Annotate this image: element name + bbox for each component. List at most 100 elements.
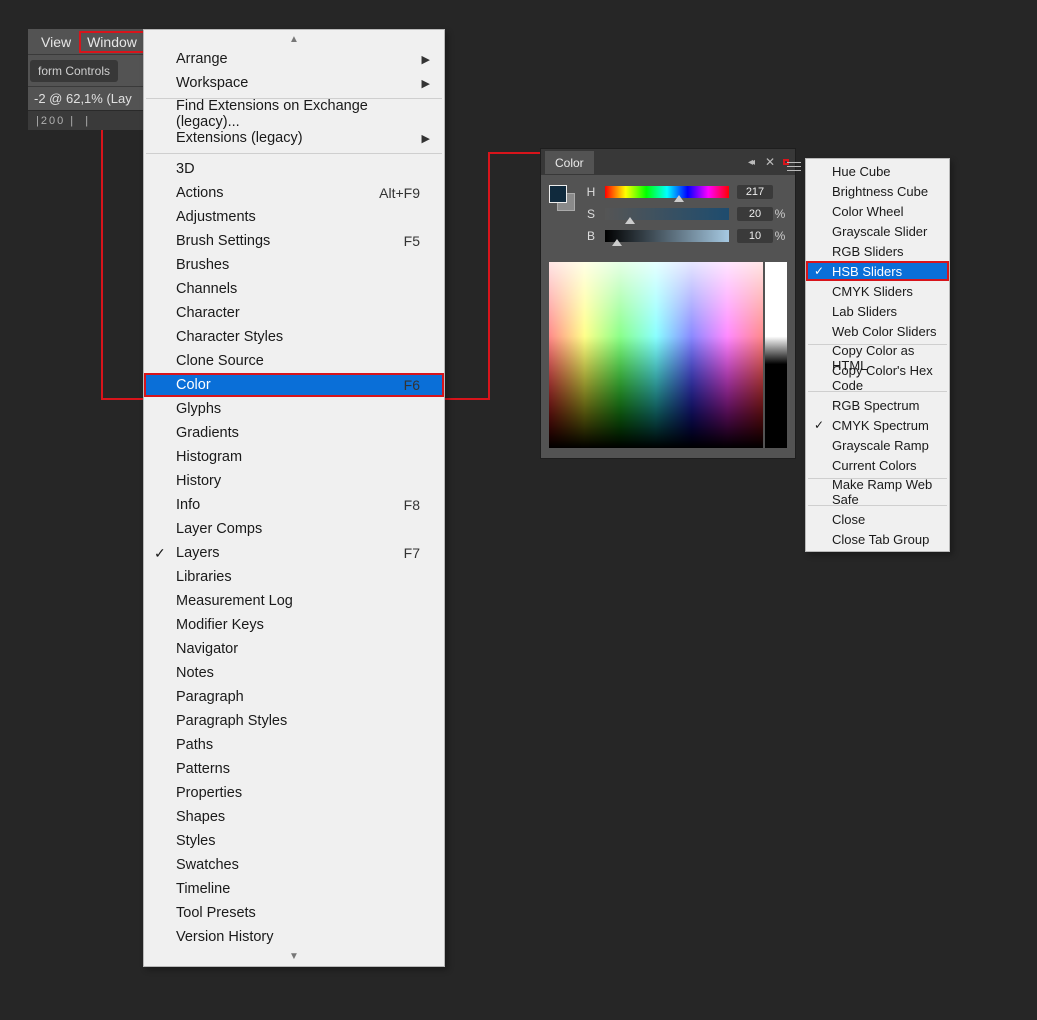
flyout-item-hsb-sliders[interactable]: ✓HSB Sliders [806,261,949,281]
submenu-arrow-icon: ▶ [422,77,430,90]
menu-bar: View Window [28,29,143,54]
menu-item-layers[interactable]: ✓LayersF7 [144,541,444,565]
hue-cube[interactable] [549,262,787,448]
menu-item-gradients[interactable]: Gradients [144,421,444,445]
menu-window[interactable]: Window [79,31,145,53]
flyout-item-rgb-spectrum[interactable]: RGB Spectrum [806,395,949,415]
menu-item-styles[interactable]: Styles [144,829,444,853]
flyout-item-close-tab-group[interactable]: Close Tab Group [806,529,949,549]
hue-thumb[interactable] [674,195,684,202]
menu-item-clone-source[interactable]: Clone Source [144,349,444,373]
check-icon: ✓ [814,264,824,278]
flyout-item-lab-sliders[interactable]: Lab Sliders [806,301,949,321]
menu-item-brush-settings[interactable]: Brush SettingsF5 [144,229,444,253]
menu-item-find-extensions[interactable]: Find Extensions on Exchange (legacy)... [144,102,444,126]
flyout-item-hue-cube[interactable]: Hue Cube [806,161,949,181]
menu-item-channels[interactable]: Channels [144,277,444,301]
menu-item-patterns[interactable]: Patterns [144,757,444,781]
menu-item-label: Styles [176,833,420,849]
menu-item-glyphs[interactable]: Glyphs [144,397,444,421]
menu-item-histogram[interactable]: Histogram [144,445,444,469]
menu-item-brushes[interactable]: Brushes [144,253,444,277]
flyout-item-cmyk-spectrum[interactable]: ✓CMYK Spectrum [806,415,949,435]
menu-item-properties[interactable]: Properties [144,781,444,805]
flyout-item-current-colors[interactable]: Current Colors [806,455,949,475]
foreground-background-swatch[interactable] [549,185,575,211]
menu-item-history[interactable]: History [144,469,444,493]
color-panel-tab[interactable]: Color [545,151,594,174]
brightness-thumb[interactable] [612,239,622,246]
document-tab[interactable]: -2 @ 62,1% (Lay [28,86,143,110]
menu-item-actions[interactable]: ActionsAlt+F9 [144,181,444,205]
scroll-down-arrow-icon[interactable]: ▼ [144,949,444,964]
menu-item-adjustments[interactable]: Adjustments [144,205,444,229]
menu-item-paragraph[interactable]: Paragraph [144,685,444,709]
saturation-value-input[interactable]: 20 [737,207,773,221]
menu-item-libraries[interactable]: Libraries [144,565,444,589]
check-icon: ✓ [154,545,166,562]
flyout-item-copy-color-s-hex-code[interactable]: Copy Color's Hex Code [806,368,949,388]
flyout-item-close[interactable]: Close [806,509,949,529]
menu-item-label: Libraries [176,569,420,585]
hue-value-input[interactable]: 217 [737,185,773,199]
menu-item-label: Brush Settings [176,233,404,249]
menu-item-modifier-keys[interactable]: Modifier Keys [144,613,444,637]
menu-item-label: Actions [176,185,379,201]
saturation-unit: % [773,207,787,221]
flyout-item-label: RGB Sliders [832,244,904,259]
menu-item-info[interactable]: InfoF8 [144,493,444,517]
saturation-slider[interactable] [605,208,729,220]
menu-item-tool-presets[interactable]: Tool Presets [144,901,444,925]
flyout-item-grayscale-ramp[interactable]: Grayscale Ramp [806,435,949,455]
panel-flyout-button[interactable] [783,159,789,165]
menu-item-workspace[interactable]: Workspace▶ [144,71,444,95]
menu-item-3d[interactable]: 3D [144,157,444,181]
flyout-item-color-wheel[interactable]: Color Wheel [806,201,949,221]
flyout-item-make-ramp-web-safe[interactable]: Make Ramp Web Safe [806,482,949,502]
menu-item-character[interactable]: Character [144,301,444,325]
menu-item-version-history[interactable]: Version History [144,925,444,949]
flyout-item-label: Brightness Cube [832,184,928,199]
ruler-tick-200: |200 | | [36,115,90,127]
saturation-thumb[interactable] [625,217,635,224]
menu-item-color[interactable]: ColorF6 [144,373,444,397]
menu-item-swatches[interactable]: Swatches [144,853,444,877]
brightness-slider-row: B 10 % [585,227,787,244]
flyout-item-label: Current Colors [832,458,917,473]
brightness-slider[interactable] [605,230,729,242]
menu-item-timeline[interactable]: Timeline [144,877,444,901]
scroll-up-arrow-icon[interactable]: ▲ [144,32,444,47]
menu-item-navigator[interactable]: Navigator [144,637,444,661]
hue-cube-brightness-strip[interactable] [765,262,787,448]
menu-item-extensions-legacy[interactable]: Extensions (legacy)▶ [144,126,444,150]
flyout-item-cmyk-sliders[interactable]: CMYK Sliders [806,281,949,301]
menu-item-arrange[interactable]: Arrange▶ [144,47,444,71]
menu-item-label: Character Styles [176,329,420,345]
foreground-color-swatch[interactable] [549,185,567,203]
menu-item-character-styles[interactable]: Character Styles [144,325,444,349]
menu-item-paths[interactable]: Paths [144,733,444,757]
menu-item-layer-comps[interactable]: Layer Comps [144,517,444,541]
transform-controls-chip[interactable]: form Controls [30,60,118,82]
hue-slider[interactable] [605,186,729,198]
flyout-item-rgb-sliders[interactable]: RGB Sliders [806,241,949,261]
flyout-item-label: Close Tab Group [832,532,929,547]
options-bar: form Controls [28,54,143,86]
menu-item-paragraph-styles[interactable]: Paragraph Styles [144,709,444,733]
menu-view[interactable]: View [33,31,79,53]
flyout-item-grayscale-slider[interactable]: Grayscale Slider [806,221,949,241]
menu-item-label: Paths [176,737,420,753]
brightness-value-input[interactable]: 10 [737,229,773,243]
menu-item-shapes[interactable]: Shapes [144,805,444,829]
hue-cube-main[interactable] [549,262,763,448]
menu-item-measurement-log[interactable]: Measurement Log [144,589,444,613]
panel-tab-bar: Color ◂◂ ✕ [541,149,795,175]
collapse-icon[interactable]: ◂◂ [743,155,757,169]
close-icon[interactable]: ✕ [763,155,777,169]
menu-item-label: Brushes [176,257,420,273]
flyout-item-web-color-sliders[interactable]: Web Color Sliders [806,321,949,341]
flyout-item-label: Grayscale Ramp [832,438,929,453]
menu-item-notes[interactable]: Notes [144,661,444,685]
menu-item-label: Timeline [176,881,420,897]
flyout-item-brightness-cube[interactable]: Brightness Cube [806,181,949,201]
